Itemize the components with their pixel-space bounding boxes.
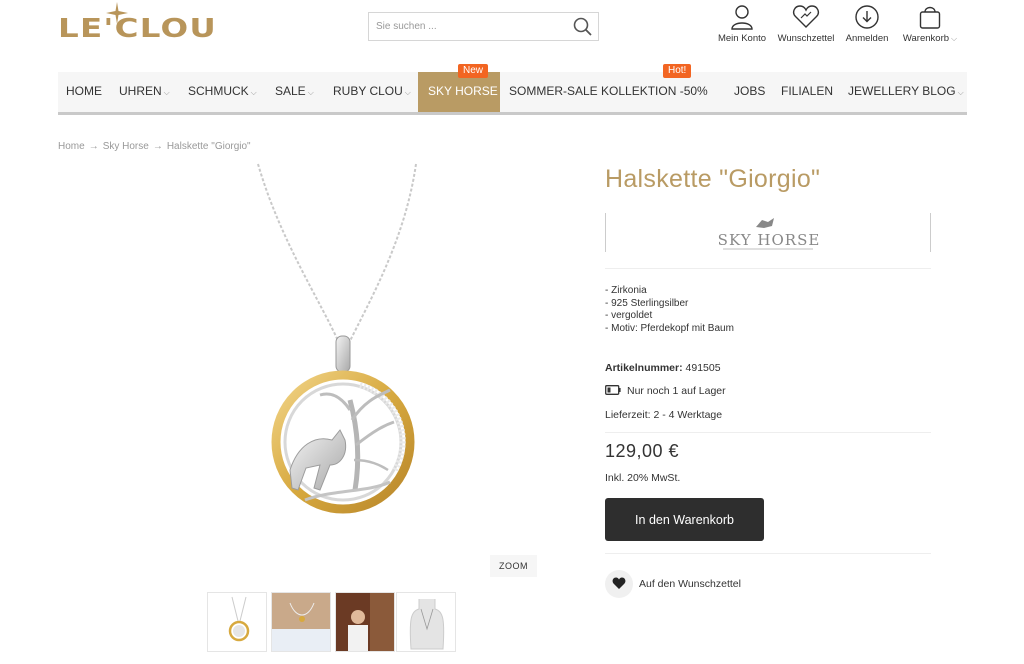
breadcrumb-current: Halskette "Giorgio" <box>166 141 251 152</box>
zoom-button[interactable]: ZOOM <box>490 555 537 577</box>
nav-label: HOME <box>66 84 102 98</box>
thumbnail-3[interactable] <box>335 592 395 652</box>
nav-label: SOMMER-SALE KOLLEKTION -50% <box>509 84 708 98</box>
cart-link[interactable]: Warenkorb ⌵ <box>900 4 960 44</box>
cart-label: Warenkorb <box>902 33 950 44</box>
new-badge: New <box>458 64 489 78</box>
main-nav: HOME UHREN ⌵ SCHMUCK ⌵ SALE ⌵ RUBY CLOU ⌵ SK… <box>58 64 967 112</box>
logo[interactable]: LE'CLOU <box>58 2 228 44</box>
nav-item-jewellery-blog[interactable]: JEWELLERY BLOG ⌵ <box>848 72 964 112</box>
product-price: 129,00 € <box>605 441 680 461</box>
login-icon <box>855 5 879 29</box>
nav-item-sommer-sale[interactable]: SOMMER-SALE KOLLEKTION -50% Hot! <box>509 64 708 112</box>
thumbnail-pendant-image <box>208 593 266 651</box>
bag-icon <box>919 6 941 29</box>
nav-item-schmuck[interactable]: SCHMUCK ⌵ <box>188 72 257 112</box>
stock-status: Nur noch 1 auf Lager <box>605 385 726 397</box>
nav-item-filialen[interactable]: FILIALEN <box>781 72 833 112</box>
feature-list: - Zirkonia - 925 Sterlingsilber - vergol… <box>605 285 734 336</box>
arrow-right-icon: → <box>152 141 163 152</box>
chevron-down-icon: ⌵ <box>951 34 958 43</box>
search-input[interactable] <box>369 13 559 40</box>
thumbnail-4[interactable] <box>396 592 456 652</box>
breadcrumb: Home → Sky Horse → Halskette "Giorgio" <box>58 141 251 152</box>
feature-item: - 925 Sterlingsilber <box>605 297 689 309</box>
chevron-down-icon: ⌵ <box>250 88 257 97</box>
product-title: Halskette "Giorgio" <box>605 165 821 193</box>
divider <box>605 553 931 554</box>
breadcrumb-sky-horse[interactable]: Sky Horse <box>103 141 149 152</box>
add-to-wishlist[interactable]: Auf den Wunschzettel <box>605 570 741 599</box>
chevron-down-icon: ⌵ <box>404 88 411 97</box>
feature-item: - vergoldet <box>605 310 653 322</box>
feature-item: - Zirkonia <box>605 285 647 296</box>
nav-label: SCHMUCK <box>188 84 249 98</box>
divider <box>605 268 931 269</box>
account-link[interactable]: Mein Konto <box>716 4 768 44</box>
login-label: Anmelden <box>845 33 889 44</box>
account-label: Mein Konto <box>717 33 767 44</box>
nav-label: RUBY CLOU <box>333 84 403 98</box>
nav-label: JEWELLERY BLOG <box>848 84 956 98</box>
hot-badge: Hot! <box>663 64 692 78</box>
thumbnail-model-image <box>272 593 330 651</box>
battery-icon <box>605 385 621 395</box>
add-to-cart-button[interactable]: In den Warenkorb <box>605 498 764 541</box>
wishlist-link[interactable]: Wunschzettel <box>777 4 835 44</box>
nav-label: UHREN <box>119 84 162 98</box>
article-number-value: 491505 <box>685 362 721 374</box>
nav-item-ruby-clou[interactable]: RUBY CLOU ⌵ <box>333 72 411 112</box>
nav-label: FILIALEN <box>781 84 834 98</box>
product-image[interactable] <box>180 160 540 580</box>
nav-divider <box>58 112 967 115</box>
thumbnail-1[interactable] <box>207 592 267 652</box>
login-link[interactable]: Anmelden <box>844 4 890 44</box>
chevron-down-icon: ⌵ <box>957 88 964 97</box>
nav-item-jobs[interactable]: JOBS <box>734 72 765 112</box>
thumbnail-2[interactable] <box>271 592 331 652</box>
feature-item: - Motiv: Pferdekopf mit Baum <box>605 323 734 335</box>
brand-logo-box[interactable]: SKY HORSE <box>605 213 931 252</box>
stock-text: Nur noch 1 auf Lager <box>627 385 726 397</box>
logo-text: LE'CLOU <box>58 14 218 44</box>
nav-item-uhren[interactable]: UHREN ⌵ <box>119 72 170 112</box>
delivery-time: Lieferzeit: 2 - 4 Werktage <box>605 409 723 421</box>
arrow-right-icon: → <box>88 141 99 152</box>
article-number-label: Artikelnummer: <box>605 362 683 374</box>
nav-item-sale[interactable]: SALE ⌵ <box>275 72 314 112</box>
nav-label: JOBS <box>734 84 766 98</box>
heart-icon <box>793 5 819 28</box>
article-number: Artikelnummer: 491505 <box>605 362 721 374</box>
user-icon <box>731 5 753 30</box>
nav-item-home[interactable]: HOME <box>66 72 102 112</box>
nav-label: SKY HORSE <box>428 84 498 98</box>
chevron-down-icon: ⌵ <box>163 88 170 97</box>
brand-logo: SKY HORSE <box>718 218 821 250</box>
wishlist-text: Auf den Wunschzettel <box>639 578 741 590</box>
breadcrumb-home[interactable]: Home <box>58 141 85 152</box>
tax-note: Inkl. 20% MwSt. <box>605 472 681 484</box>
thumbnail-horse-image <box>336 593 394 651</box>
search-bar <box>368 12 599 41</box>
search-icon[interactable] <box>572 16 594 38</box>
wishlist-heart-button[interactable] <box>605 570 633 599</box>
nav-label: SALE <box>275 84 306 98</box>
thumbnail-bust-image <box>397 593 455 651</box>
brand-name: SKY HORSE <box>718 231 821 249</box>
nav-item-sky-horse[interactable]: SKY HORSE New <box>418 64 500 112</box>
chevron-down-icon: ⌵ <box>307 88 314 97</box>
wishlist-label: Wunschzettel <box>777 33 835 44</box>
divider <box>605 432 931 433</box>
heart-icon <box>612 577 626 590</box>
